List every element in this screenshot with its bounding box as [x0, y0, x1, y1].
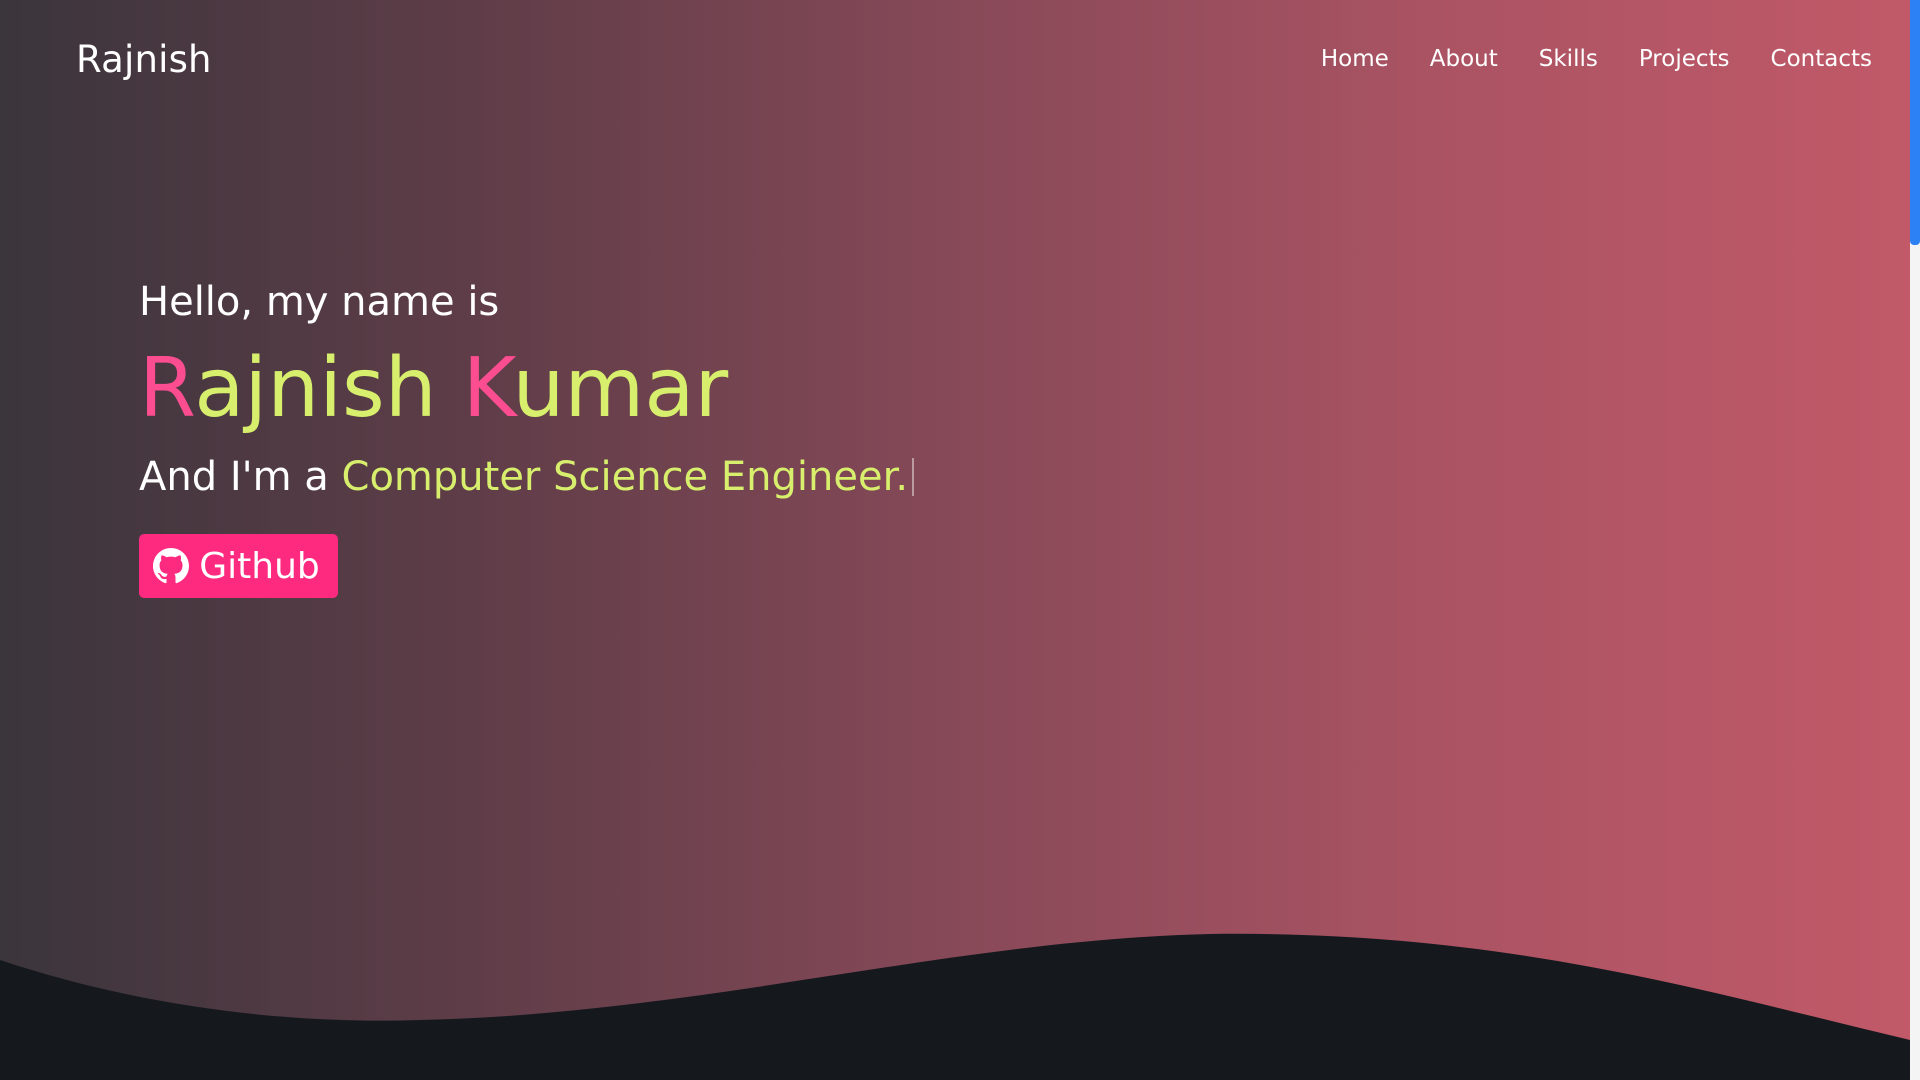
hero-section: Rajnish Home About Skills Projects Conta…	[0, 0, 1910, 1080]
github-button[interactable]: Github	[139, 534, 338, 598]
name-last-initial: K	[462, 341, 513, 436]
nav-skills[interactable]: Skills	[1539, 46, 1598, 72]
intro: Hello, my name is Rajnish Kumar And I'm …	[139, 279, 915, 500]
greeting-text: Hello, my name is	[139, 279, 500, 325]
nav-home[interactable]: Home	[1321, 46, 1389, 72]
nav-projects[interactable]: Projects	[1639, 46, 1730, 72]
role-text: Computer Science Engineer.	[341, 454, 909, 500]
name-last-rest: umar	[512, 341, 729, 436]
logo[interactable]: Rajnish	[76, 38, 212, 81]
nav-about[interactable]: About	[1430, 46, 1498, 72]
page: Rajnish Home About Skills Projects Conta…	[0, 0, 1920, 1080]
github-icon	[153, 548, 190, 584]
wave-divider	[0, 933, 1910, 1080]
typing-cursor	[912, 458, 915, 496]
nav-contacts[interactable]: Contacts	[1771, 46, 1872, 72]
navbar: Rajnish Home About Skills Projects Conta…	[0, 0, 1910, 124]
name-first-initial: R	[139, 341, 195, 436]
github-button-label: Github	[199, 545, 320, 587]
role-line: And I'm a Computer Science Engineer.	[139, 454, 915, 500]
scrollbar-thumb[interactable]	[1910, 0, 1920, 245]
scrollbar-track[interactable]	[1910, 0, 1920, 1080]
hero-name: Rajnish Kumar	[139, 348, 914, 430]
role-prefix: And I'm a	[139, 454, 329, 500]
name-first-rest: ajnish	[194, 341, 437, 436]
nav-links: Home About Skills Projects Contacts	[1280, 46, 1872, 72]
